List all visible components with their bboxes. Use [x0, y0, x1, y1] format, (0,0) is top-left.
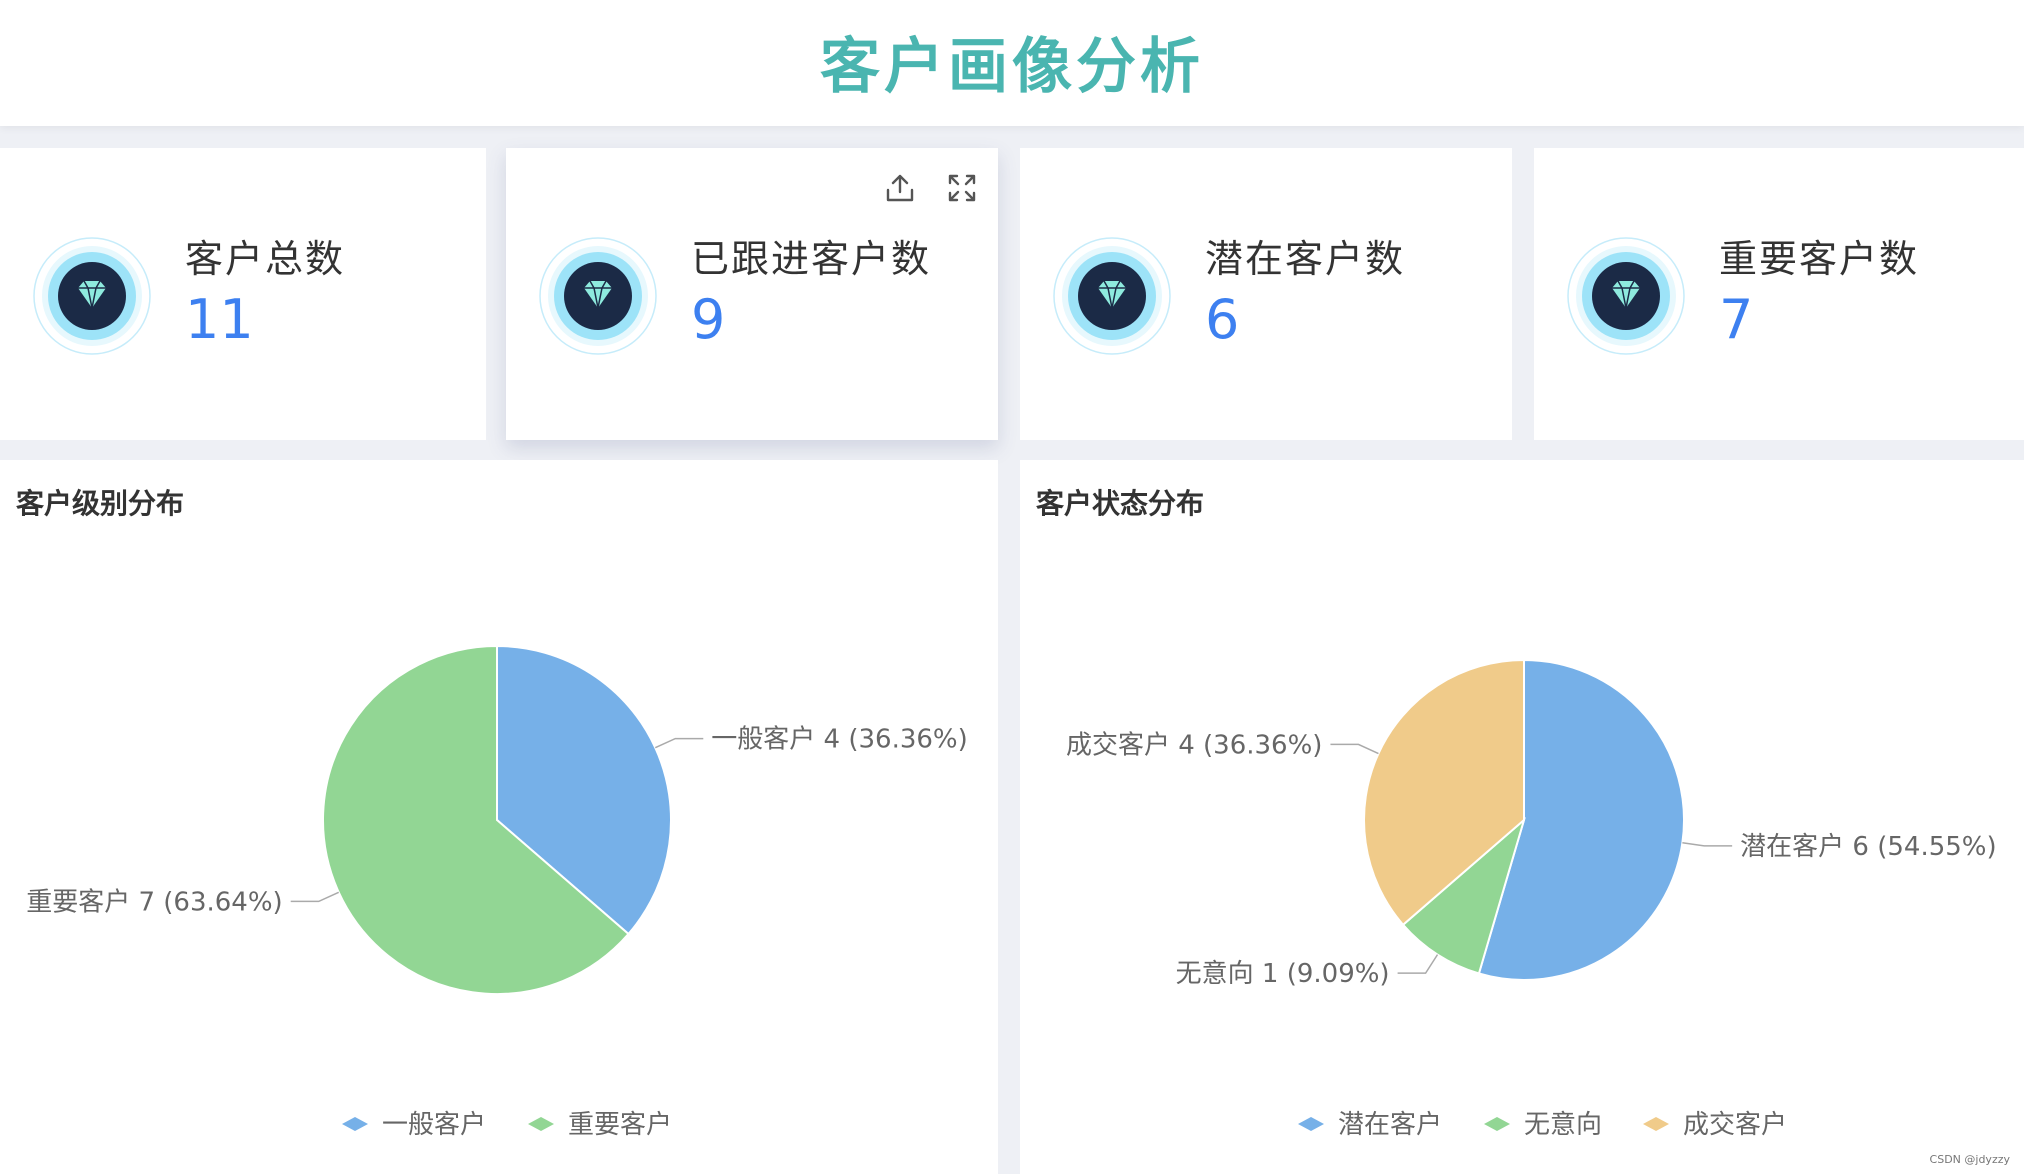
stat-card-potential: 潜在客户数 6	[1020, 148, 1512, 440]
label-line	[1330, 743, 1379, 755]
label-line	[1682, 842, 1733, 847]
slice-label: 重要客户 7 (63.64%)	[26, 887, 283, 917]
legend-marker[interactable]	[1484, 1117, 1510, 1131]
diamond-icon	[1050, 234, 1174, 358]
pie-chart-status: 潜在客户 6 (54.55%) 无意向 1 (9.09%) 成交客户 4 (36.3…	[1066, 658, 1997, 1140]
legend-label[interactable]: 潜在客户	[1338, 1110, 1442, 1140]
slice-label: 成交客户 4 (36.36%)	[1066, 730, 1323, 760]
legend-marker[interactable]	[1298, 1117, 1324, 1131]
stat-value: 7	[1719, 288, 1754, 351]
export-icon[interactable]	[882, 170, 918, 206]
legend-label[interactable]: 无意向	[1524, 1110, 1602, 1140]
stat-label: 已跟进客户数	[691, 237, 932, 281]
chart-panel-status: 客户状态分布 潜在客户 6 (54.55%) 无意向 1 (9.09%) 成交客户 …	[1020, 460, 2024, 1174]
stat-label: 客户总数	[185, 237, 346, 281]
diamond-icon	[1564, 234, 1688, 358]
label-line	[1397, 954, 1439, 974]
legend-marker[interactable]	[342, 1117, 368, 1131]
watermark: CSDN @jdyzzy	[1929, 1153, 2010, 1166]
stat-label: 重要客户数	[1719, 237, 1920, 281]
stat-value: 11	[185, 288, 254, 351]
legend-label[interactable]: 重要客户	[568, 1110, 672, 1140]
slice-label: 潜在客户 6 (54.55%)	[1740, 832, 1997, 862]
label-line	[290, 891, 340, 903]
stat-card-important: 重要客户数 7	[1534, 148, 2024, 440]
pie-chart-level: 一般客户 4 (36.36%) 重要客户 7 (63.64%) 一般客户 重要客户	[26, 644, 968, 1140]
legend-marker[interactable]	[1643, 1117, 1669, 1131]
diamond-icon	[536, 234, 660, 358]
stat-value: 6	[1205, 288, 1240, 351]
diamond-icon	[30, 234, 154, 358]
stat-value: 9	[691, 288, 726, 351]
page-title: 客户画像分析	[820, 32, 1204, 102]
legend-label[interactable]: 一般客户	[382, 1110, 486, 1140]
slice-label: 一般客户 4 (36.36%)	[711, 725, 968, 755]
legend-label[interactable]: 成交客户	[1683, 1110, 1787, 1140]
stat-card-followed: 已跟进客户数 9	[506, 148, 998, 440]
label-line	[654, 737, 704, 749]
legend-marker[interactable]	[528, 1117, 554, 1131]
chart-panel-level: 客户级别分布 一般客户 4 (36.36%) 重要客户 7 (63.64%) 一般客…	[0, 460, 998, 1174]
stat-card-total: 客户总数 11	[0, 148, 486, 440]
header: 客户画像分析	[0, 0, 2024, 126]
slice-label: 无意向 1 (9.09%)	[1176, 959, 1390, 989]
stat-label: 潜在客户数	[1205, 237, 1406, 281]
fullscreen-icon[interactable]	[944, 170, 980, 206]
